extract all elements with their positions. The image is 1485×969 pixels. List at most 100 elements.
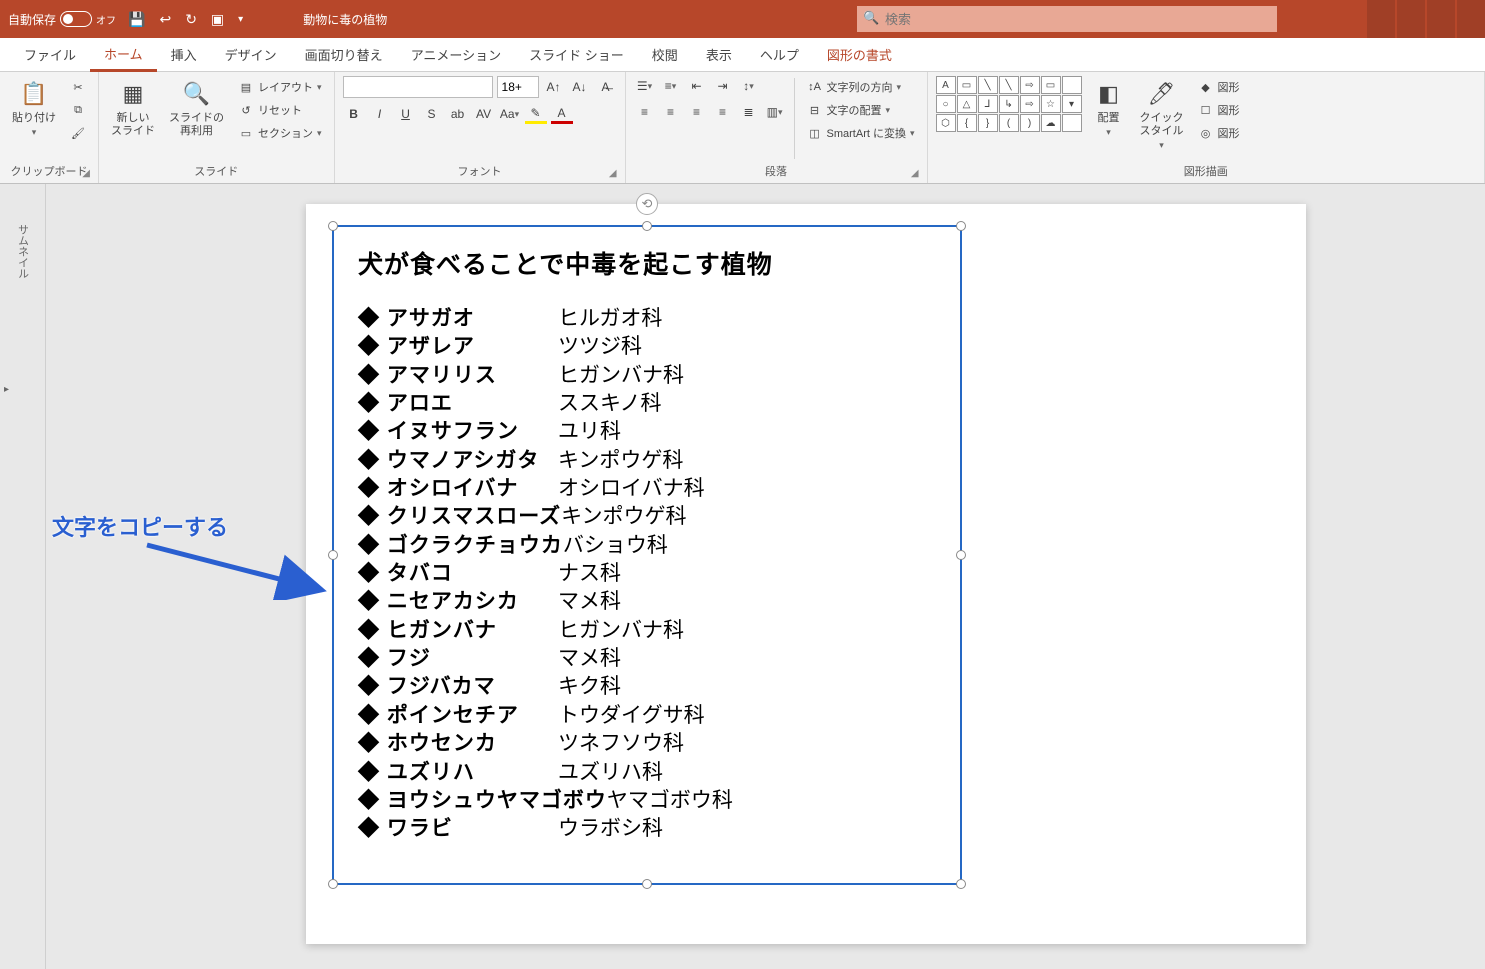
- shape-fill-button[interactable]: ◆図形: [1194, 76, 1244, 98]
- line-spacing-button[interactable]: ↕▾: [738, 76, 760, 96]
- quick-access-toolbar: 💾 ↩ ↻ ▣ ▾: [128, 11, 243, 28]
- tab-shape-format[interactable]: 図形の書式: [813, 38, 906, 72]
- shape-rect2-icon[interactable]: ▭: [1041, 76, 1061, 94]
- tab-file[interactable]: ファイル: [10, 38, 90, 72]
- thumbnail-rail[interactable]: ▸ サムネイル: [0, 184, 46, 969]
- shape-oval-icon[interactable]: ○: [936, 95, 956, 113]
- rotate-handle[interactable]: ⟲: [636, 193, 658, 215]
- dialog-launcher-icon[interactable]: ◢: [911, 168, 919, 179]
- tab-insert[interactable]: 挿入: [157, 38, 211, 72]
- resize-handle-mt[interactable]: [642, 221, 652, 231]
- indent-inc-button[interactable]: ⇥: [712, 76, 734, 96]
- tab-animations[interactable]: アニメーション: [397, 38, 515, 72]
- grow-font-button[interactable]: A↑: [543, 77, 565, 97]
- align-center-button[interactable]: ≡: [660, 102, 682, 122]
- shape-lconn-icon[interactable]: ⅃: [978, 95, 998, 113]
- search-input[interactable]: [857, 6, 1277, 32]
- smartart-button[interactable]: ◫SmartArt に変換▾: [803, 122, 919, 144]
- shape-line2-icon[interactable]: ╲: [999, 76, 1019, 94]
- reset-button[interactable]: ↺リセット: [234, 99, 326, 121]
- text-align-button[interactable]: ⊟文字の配置▾: [803, 99, 919, 121]
- layout-button[interactable]: ▤レイアウト▾: [234, 76, 326, 98]
- italic-button[interactable]: I: [369, 104, 391, 124]
- font-color-button[interactable]: A: [551, 104, 573, 124]
- tab-slideshow[interactable]: スライド ショー: [515, 38, 638, 72]
- tab-review[interactable]: 校閲: [638, 38, 692, 72]
- shape-bracket-icon[interactable]: (: [999, 114, 1019, 132]
- arrange-button[interactable]: ◧ 配置 ▾: [1088, 76, 1130, 140]
- resize-handle-br[interactable]: [956, 879, 966, 889]
- shape-effects-button[interactable]: ◎図形: [1194, 122, 1244, 144]
- present-icon[interactable]: ▣: [211, 11, 224, 28]
- shape-arrow-icon[interactable]: ⇨: [1020, 76, 1040, 94]
- tab-help[interactable]: ヘルプ: [746, 38, 813, 72]
- tab-transitions[interactable]: 画面切り替え: [291, 38, 397, 72]
- shape-tri-icon[interactable]: △: [957, 95, 977, 113]
- copy-button[interactable]: ⧉: [66, 99, 90, 121]
- font-size-input[interactable]: [497, 76, 539, 98]
- resize-handle-bl[interactable]: [328, 879, 338, 889]
- shape-bracket2-icon[interactable]: ): [1020, 114, 1040, 132]
- gallery-more-icon[interactable]: ▾: [1062, 95, 1082, 113]
- search-container: [857, 6, 1277, 32]
- tab-view[interactable]: 表示: [692, 38, 746, 72]
- resize-handle-tl[interactable]: [328, 221, 338, 231]
- shape-textbox-icon[interactable]: A: [936, 76, 956, 94]
- plant-name: ゴクラクチョウカ: [358, 532, 563, 560]
- clear-format-button[interactable]: A̶: [595, 77, 617, 97]
- columns-button[interactable]: ▥▾: [764, 102, 786, 122]
- tab-home[interactable]: ホーム: [90, 38, 157, 72]
- quick-style-button[interactable]: 🖊 クイック スタイル ▾: [1136, 76, 1188, 153]
- shape-gallery[interactable]: A▭╲╲⇨▭ ○△⅃↳⇨☆▾ ⬡{}()☁: [936, 76, 1082, 132]
- shape-arrow2-icon[interactable]: ↳: [999, 95, 1019, 113]
- dialog-launcher-icon[interactable]: ◢: [609, 168, 617, 179]
- bold-button[interactable]: B: [343, 104, 365, 124]
- shape-outline-button[interactable]: ☐図形: [1194, 99, 1244, 121]
- new-slide-button[interactable]: ▦ 新しい スライド: [107, 76, 159, 140]
- shape-line-icon[interactable]: ╲: [978, 76, 998, 94]
- text-align-icon: ⊟: [807, 102, 823, 118]
- paste-button[interactable]: 📋 貼り付け ▾: [8, 76, 60, 140]
- align-left-button[interactable]: ≡: [634, 102, 656, 122]
- shape-star-icon[interactable]: ☆: [1041, 95, 1061, 113]
- underline-button[interactable]: U: [395, 104, 417, 124]
- plant-family: キンポウゲ科: [558, 447, 683, 475]
- shape-brace-icon[interactable]: {: [957, 114, 977, 132]
- indent-dec-button[interactable]: ⇤: [686, 76, 708, 96]
- align-right-button[interactable]: ≡: [686, 102, 708, 122]
- shrink-font-button[interactable]: A↓: [569, 77, 591, 97]
- reuse-slide-button[interactable]: 🔍 スライドの 再利用: [165, 76, 228, 140]
- strike-button[interactable]: S: [421, 104, 443, 124]
- bullets-button[interactable]: ☰▾: [634, 76, 656, 96]
- resize-handle-mr[interactable]: [956, 550, 966, 560]
- cut-button[interactable]: ✂: [66, 76, 90, 98]
- shape-brace2-icon[interactable]: }: [978, 114, 998, 132]
- qat-more-icon[interactable]: ▾: [238, 14, 243, 25]
- resize-handle-mb[interactable]: [642, 879, 652, 889]
- format-painter-button[interactable]: 🖌: [66, 122, 90, 144]
- distribute-button[interactable]: ≣: [738, 102, 760, 122]
- text-content[interactable]: 犬が食べることで中毒を起こす植物 アサガオヒルガオ科アザレアツツジ科アマリリスヒ…: [334, 227, 960, 862]
- section-button[interactable]: ▭セクション▾: [234, 122, 326, 144]
- numbering-button[interactable]: ≡▾: [660, 76, 682, 96]
- autosave-toggle[interactable]: 自動保存 オフ: [8, 11, 116, 28]
- shape-arrow3-icon[interactable]: ⇨: [1020, 95, 1040, 113]
- justify-button[interactable]: ≡: [712, 102, 734, 122]
- shape-cloud-icon[interactable]: ☁: [1041, 114, 1061, 132]
- tab-design[interactable]: デザイン: [211, 38, 291, 72]
- shape-rect-icon[interactable]: ▭: [957, 76, 977, 94]
- shadow-button[interactable]: ab: [447, 104, 469, 124]
- resize-handle-tr[interactable]: [956, 221, 966, 231]
- spacing-button[interactable]: AV: [473, 104, 495, 124]
- redo-icon[interactable]: ↻: [185, 11, 197, 28]
- case-button[interactable]: Aa▾: [499, 104, 521, 124]
- save-icon[interactable]: 💾: [128, 11, 145, 28]
- dialog-launcher-icon[interactable]: ◢: [82, 168, 90, 179]
- highlight-button[interactable]: ✎: [525, 104, 547, 124]
- undo-icon[interactable]: ↩: [159, 11, 171, 28]
- shape-hex-icon[interactable]: ⬡: [936, 114, 956, 132]
- expand-chevron-icon[interactable]: ▸: [4, 384, 9, 395]
- text-direction-button[interactable]: ↕A文字列の方向▾: [803, 76, 919, 98]
- selected-text-box[interactable]: ⟲ 犬が食べることで中毒を起こす植物 アサガオヒルガオ科アザレアツツジ科アマリリ…: [332, 225, 962, 885]
- font-name-input[interactable]: [343, 76, 493, 98]
